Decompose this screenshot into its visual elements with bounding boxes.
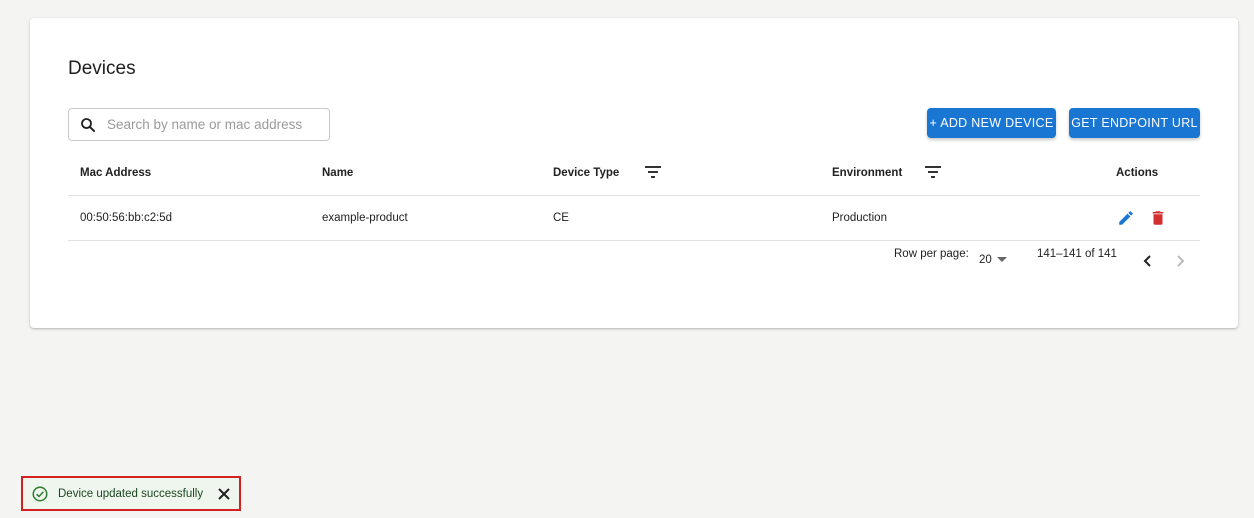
environment-filter-icon[interactable] (924, 165, 942, 179)
caret-down-icon (996, 257, 1007, 262)
check-circle-icon (31, 485, 49, 503)
delete-icon[interactable] (1149, 209, 1167, 232)
chevron-right-icon[interactable] (1173, 254, 1187, 271)
search-icon (69, 116, 107, 134)
rows-per-page-value: 20 (979, 254, 992, 266)
search-input[interactable] (107, 117, 317, 132)
column-environment: Environment (832, 166, 903, 179)
column-actions: Actions (1116, 166, 1159, 179)
cell-environment: Production (832, 212, 887, 224)
pagination: Row per page: 20 141–141 of 141 (30, 248, 1238, 278)
cell-mac-address: 00:50:56:bb:c2:5d (80, 212, 173, 224)
table-row: 00:50:56:bb:c2:5d example-product CE Pro… (68, 196, 1200, 241)
get-endpoint-url-button[interactable]: GET ENDPOINT URL (1069, 108, 1200, 138)
rows-per-page-select[interactable]: 20 (979, 254, 1007, 266)
success-toast: Device updated successfully (21, 476, 241, 511)
page-title: Devices (68, 58, 136, 79)
add-new-device-button[interactable]: + ADD NEW DEVICE (927, 108, 1056, 138)
devices-card: Devices + ADD NEW DEVICE GET ENDPOINT UR… (30, 18, 1238, 328)
search-box[interactable] (68, 108, 330, 141)
toast-message: Device updated successfully (58, 487, 204, 500)
chevron-left-icon[interactable] (1141, 254, 1155, 271)
cell-name: example-product (322, 212, 408, 224)
column-name: Name (322, 166, 354, 179)
cell-device-type: CE (553, 212, 569, 224)
edit-icon[interactable] (1117, 209, 1135, 232)
page-range: 141–141 of 141 (1037, 248, 1117, 260)
column-device-type: Device Type (553, 166, 620, 179)
rows-per-page-label: Row per page: (894, 248, 969, 260)
close-icon[interactable] (217, 487, 231, 501)
column-mac-address: Mac Address (80, 166, 152, 179)
device-type-filter-icon[interactable] (644, 165, 662, 179)
table-header: Mac Address Name Device Type Environment… (68, 150, 1200, 196)
